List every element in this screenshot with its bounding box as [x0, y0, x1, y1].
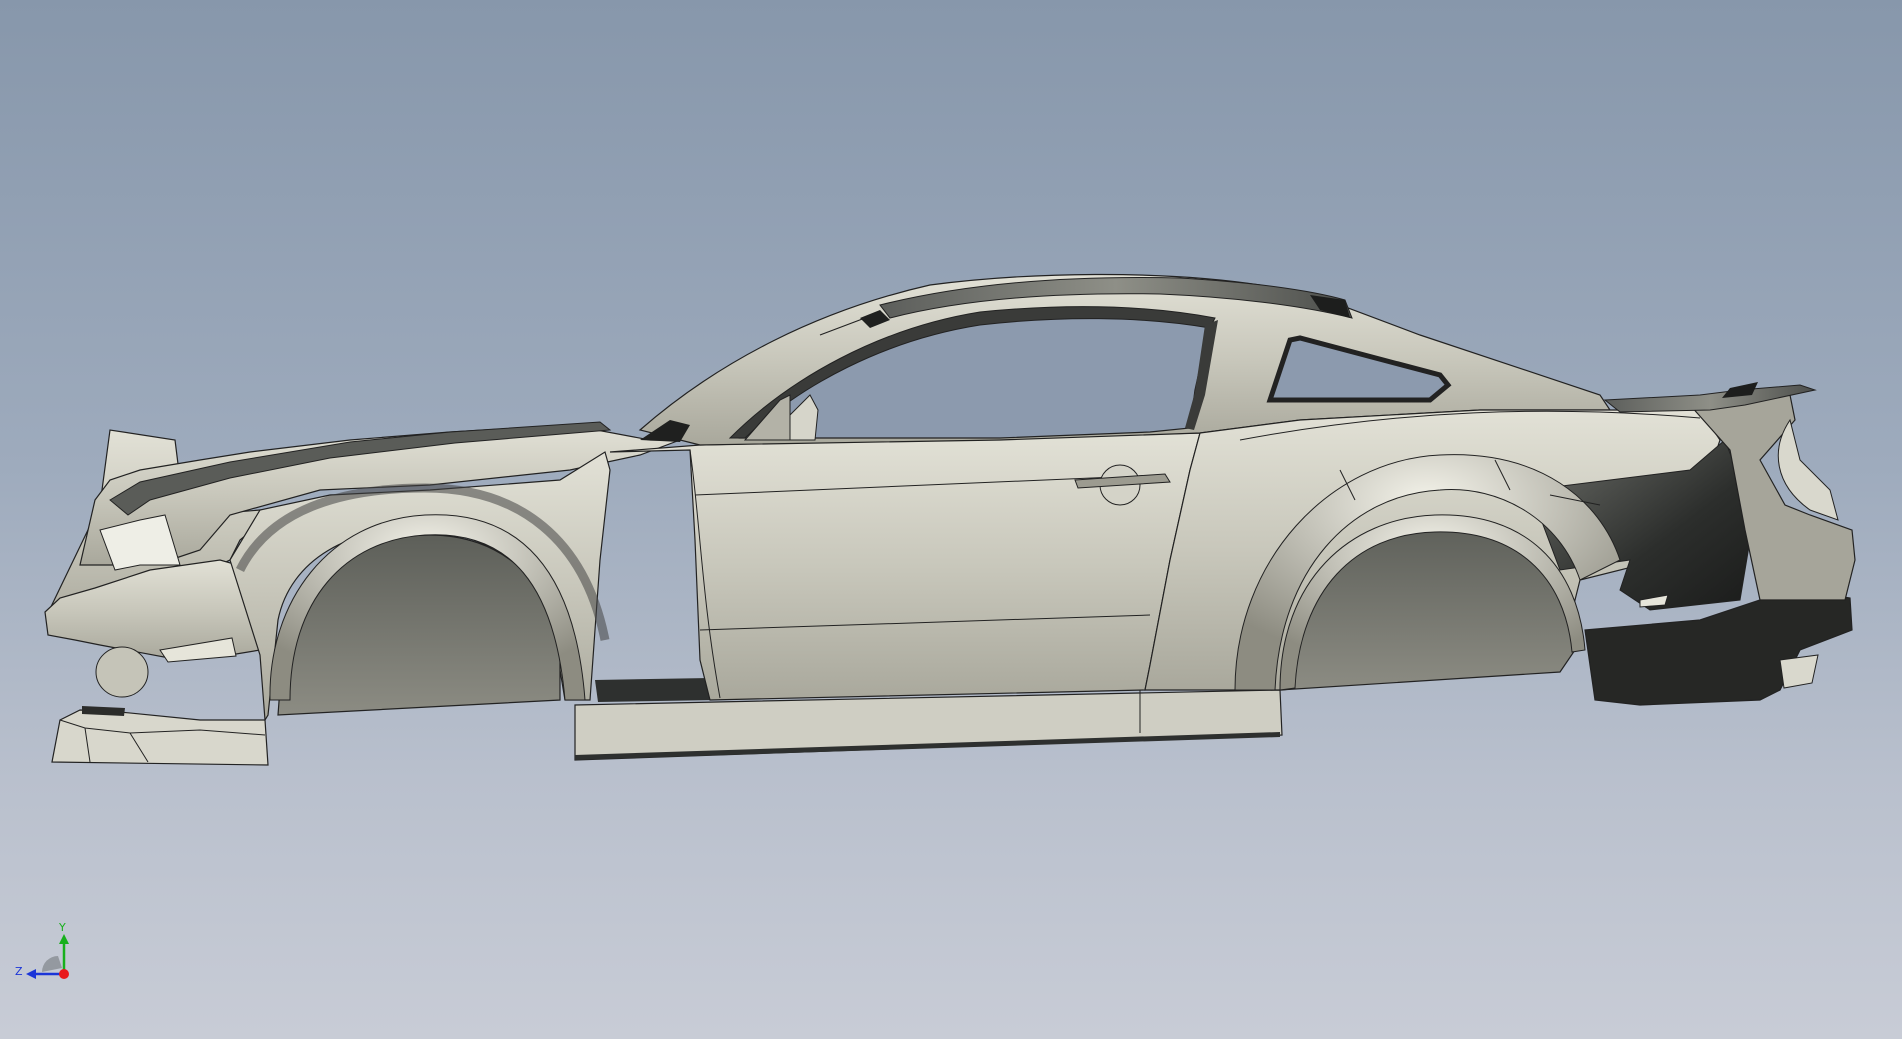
y-axis-label: Y	[58, 921, 66, 934]
graphics-viewport[interactable]: Y Z	[0, 0, 1902, 1039]
car-body-model[interactable]	[0, 0, 1902, 1039]
x-axis-point	[59, 969, 69, 979]
coordinate-triad: Y Z	[15, 921, 69, 979]
rear-bumper	[1584, 589, 1853, 706]
front-valance	[51, 709, 269, 766]
z-axis-arrow	[26, 969, 36, 979]
rocker-dark-strip	[595, 678, 718, 702]
z-axis-label: Z	[15, 965, 23, 978]
y-axis-arrow	[59, 934, 69, 944]
